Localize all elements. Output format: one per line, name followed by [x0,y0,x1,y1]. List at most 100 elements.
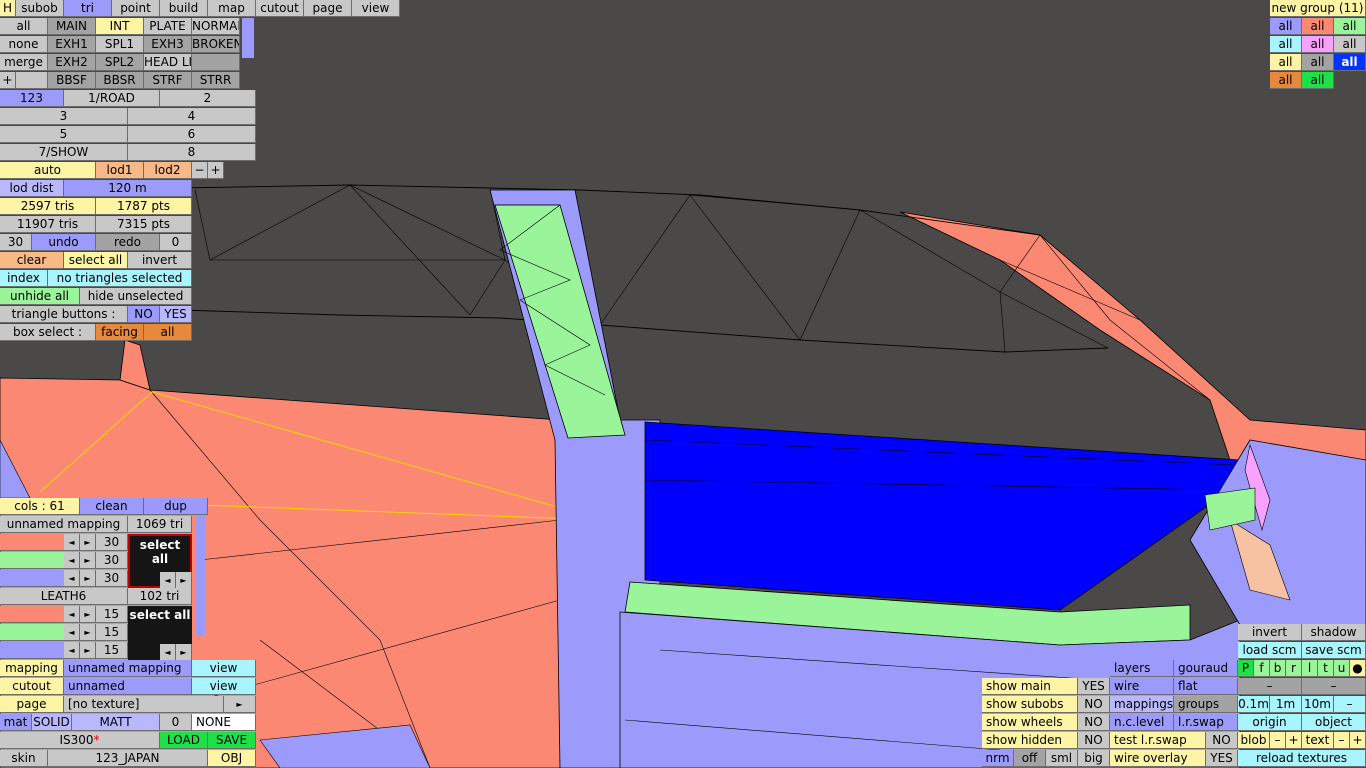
mapping1-green-swatch[interactable] [0,552,64,569]
mapping2-blue-left-icon[interactable]: ◄ [64,642,80,659]
invert-view-button[interactable]: invert [1238,624,1302,641]
layers-button[interactable]: layers [1110,660,1174,677]
mappings-button[interactable]: mappings [1110,696,1174,713]
redo-button[interactable]: redo [96,234,160,251]
cutout-select[interactable]: unnamed [64,678,192,695]
group-exh3[interactable]: EXH3 [144,36,192,53]
mapping1-blue-left-icon[interactable]: ◄ [64,570,80,587]
lod-minus-button[interactable]: − [192,162,208,179]
view-8[interactable]: 8 [128,144,256,161]
new-group-label[interactable]: new group (11) [1270,0,1366,17]
view-7-show[interactable]: 7/SHOW [0,144,128,161]
invert-button[interactable]: invert [128,252,192,269]
group-color-all-brightgreen[interactable]: all [1302,72,1334,89]
wire-button[interactable]: wire [1110,678,1174,695]
page-next-icon[interactable]: ► [224,696,256,713]
group-merge[interactable]: merge [0,54,48,71]
mapping1-red-swatch[interactable] [0,534,64,551]
group-color-all-pink[interactable]: all [1302,36,1334,53]
obj-button[interactable]: OBJ [208,750,256,767]
mapping2-blue-swatch[interactable] [0,642,64,659]
box-select-facing[interactable]: facing [96,324,144,341]
view-5[interactable]: 5 [0,126,128,143]
group-color-all-blue[interactable]: all [1334,54,1366,71]
reload-textures-button[interactable]: reload textures [1238,750,1366,767]
unhide-all-button[interactable]: unhide all [0,288,80,305]
clean-button[interactable]: clean [80,498,144,515]
show-hidden-no[interactable]: NO [1078,732,1110,749]
gouraud-button[interactable]: gouraud [1174,660,1238,677]
flag-l-button[interactable]: l [1302,660,1318,677]
normals-sml-button[interactable]: sml [1046,750,1078,767]
flag-p-button[interactable]: P [1238,660,1254,677]
page-select[interactable]: [no texture] [64,696,224,713]
mapping2-blue-right-icon[interactable]: ► [80,642,96,659]
group-bbsf[interactable]: BBSF [48,72,96,89]
flag-r-button[interactable]: r [1286,660,1302,677]
group-exh1[interactable]: EXH1 [48,36,96,53]
mapping1-select-all-button[interactable]: select all [130,538,190,566]
group-normal[interactable]: NORMAL [192,18,240,35]
normals-off-button[interactable]: off [1014,750,1046,767]
group-bbsr[interactable]: BBSR [96,72,144,89]
clear-button[interactable]: clear [0,252,64,269]
shadow-button[interactable]: shadow [1302,624,1366,641]
menu-tri[interactable]: tri [64,0,112,17]
mapping1-prev-icon[interactable]: ◄ [160,572,176,589]
box-select-all[interactable]: all [144,324,192,341]
menu-map[interactable]: map [208,0,256,17]
show-wheels-no[interactable]: NO [1078,714,1110,731]
mapping2-select-all-button[interactable]: select all [128,608,192,622]
group-add-button[interactable]: + [0,72,16,89]
mapping1-red-left-icon[interactable]: ◄ [64,534,80,551]
undo-button[interactable]: undo [32,234,96,251]
mapping2-green-swatch[interactable] [0,624,64,641]
group-main[interactable]: MAIN [48,18,96,35]
skin-select[interactable]: 123_JAPAN [48,750,208,767]
save-scm-button[interactable]: save scm [1302,642,1366,659]
flag-t-button[interactable]: t [1318,660,1334,677]
menu-view[interactable]: view [352,0,400,17]
mapping1-green-left-icon[interactable]: ◄ [64,552,80,569]
lod2-button[interactable]: lod2 [144,162,192,179]
dash-left-button[interactable]: – [1238,678,1302,695]
wire-overlay-yes[interactable]: YES [1206,750,1238,767]
origin-button[interactable]: origin [1238,714,1302,731]
group-spl2[interactable]: SPL2 [96,54,144,71]
normals-nrm-button[interactable]: nrm [982,750,1014,767]
mapping2-green-left-icon[interactable]: ◄ [64,624,80,641]
step-1m-button[interactable]: 1m [1270,696,1302,713]
menu-subob[interactable]: subob [16,0,64,17]
cutout-view-button[interactable]: view [192,678,256,695]
group-color-all-lavender[interactable]: all [1270,18,1302,35]
menu-page[interactable]: page [304,0,352,17]
mapping2-next-icon[interactable]: ► [176,644,192,661]
group-color-all-grey[interactable]: all [1334,36,1366,53]
nc-level-button[interactable]: n.c.level [1110,714,1174,731]
group-color-all-darkgrey[interactable]: all [1302,54,1334,71]
groups-scrollbar[interactable] [242,18,254,58]
lod1-button[interactable]: lod1 [96,162,144,179]
dot-icon[interactable]: ● [1350,660,1366,677]
group-none[interactable]: none [0,36,48,53]
triangle-buttons-no[interactable]: NO [128,306,160,323]
mapping2-red-right-icon[interactable]: ► [80,606,96,623]
lr-swap-button[interactable]: l.r.swap [1174,714,1238,731]
group-all[interactable]: all [0,18,48,35]
text-plus-button[interactable]: + [1350,732,1366,749]
object-button[interactable]: object [1302,714,1366,731]
show-main-yes[interactable]: YES [1078,678,1110,695]
menu-build[interactable]: build [160,0,208,17]
mapping2-red-left-icon[interactable]: ◄ [64,606,80,623]
view-3[interactable]: 3 [0,108,128,125]
flag-f-button[interactable]: f [1254,660,1270,677]
menu-h[interactable]: H [0,0,16,17]
group-strf[interactable]: STRF [144,72,192,89]
view-2[interactable]: 2 [160,90,256,107]
normals-big-button[interactable]: big [1078,750,1110,767]
lod-plus-button[interactable]: + [208,162,224,179]
menu-cutout[interactable]: cutout [256,0,304,17]
mapping1-blue-right-icon[interactable]: ► [80,570,96,587]
lod-auto-button[interactable]: auto [0,162,96,179]
model-name[interactable]: IS300* [0,732,160,749]
